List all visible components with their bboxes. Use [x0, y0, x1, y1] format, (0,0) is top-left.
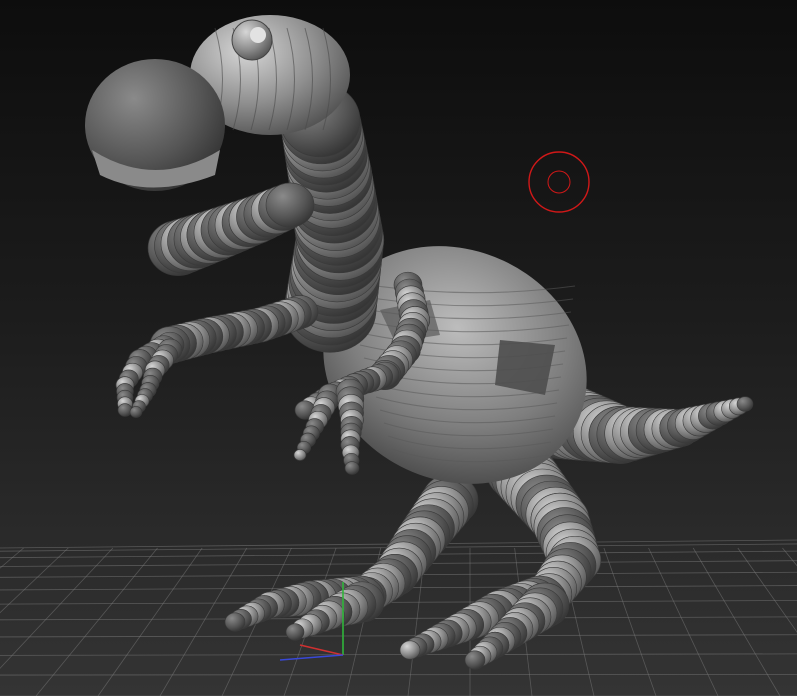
lower-jaw: [147, 182, 315, 276]
segment: [464, 650, 486, 670]
segment: [117, 403, 133, 417]
segment: [344, 461, 360, 475]
segment: [265, 182, 315, 228]
grid-line: [648, 547, 719, 696]
grid-line: [0, 547, 69, 614]
segment: [293, 449, 307, 461]
eye-highlight: [250, 27, 266, 43]
grid-line: [0, 600, 797, 605]
grid-line: [0, 634, 797, 638]
dinosaur-zsphere-model[interactable]: [85, 15, 754, 670]
viewport-canvas[interactable]: [0, 0, 797, 696]
z-axis: [279, 654, 344, 661]
finger-right-1: [293, 383, 343, 461]
grid-line: [0, 547, 24, 569]
segment: [399, 640, 421, 660]
body-patch: [495, 340, 555, 395]
grid-line: [0, 653, 797, 656]
grid-line: [0, 673, 797, 676]
cursor-inner-ring: [547, 170, 571, 194]
segment: [129, 406, 143, 418]
brush-cursor-icon[interactable]: [528, 151, 590, 213]
segment: [736, 396, 754, 412]
grid-line: [603, 547, 657, 696]
cursor-outer-ring: [528, 151, 590, 213]
finger-right-2: [335, 378, 365, 475]
x-axis: [299, 644, 344, 656]
segment: [285, 623, 305, 641]
grid-line: [692, 547, 781, 696]
3d-viewport[interactable]: [0, 0, 797, 696]
grid-line: [0, 616, 797, 621]
grid-line: [97, 547, 203, 696]
segment: [224, 612, 246, 632]
grid-line: [0, 547, 114, 669]
grid-line: [35, 547, 158, 696]
